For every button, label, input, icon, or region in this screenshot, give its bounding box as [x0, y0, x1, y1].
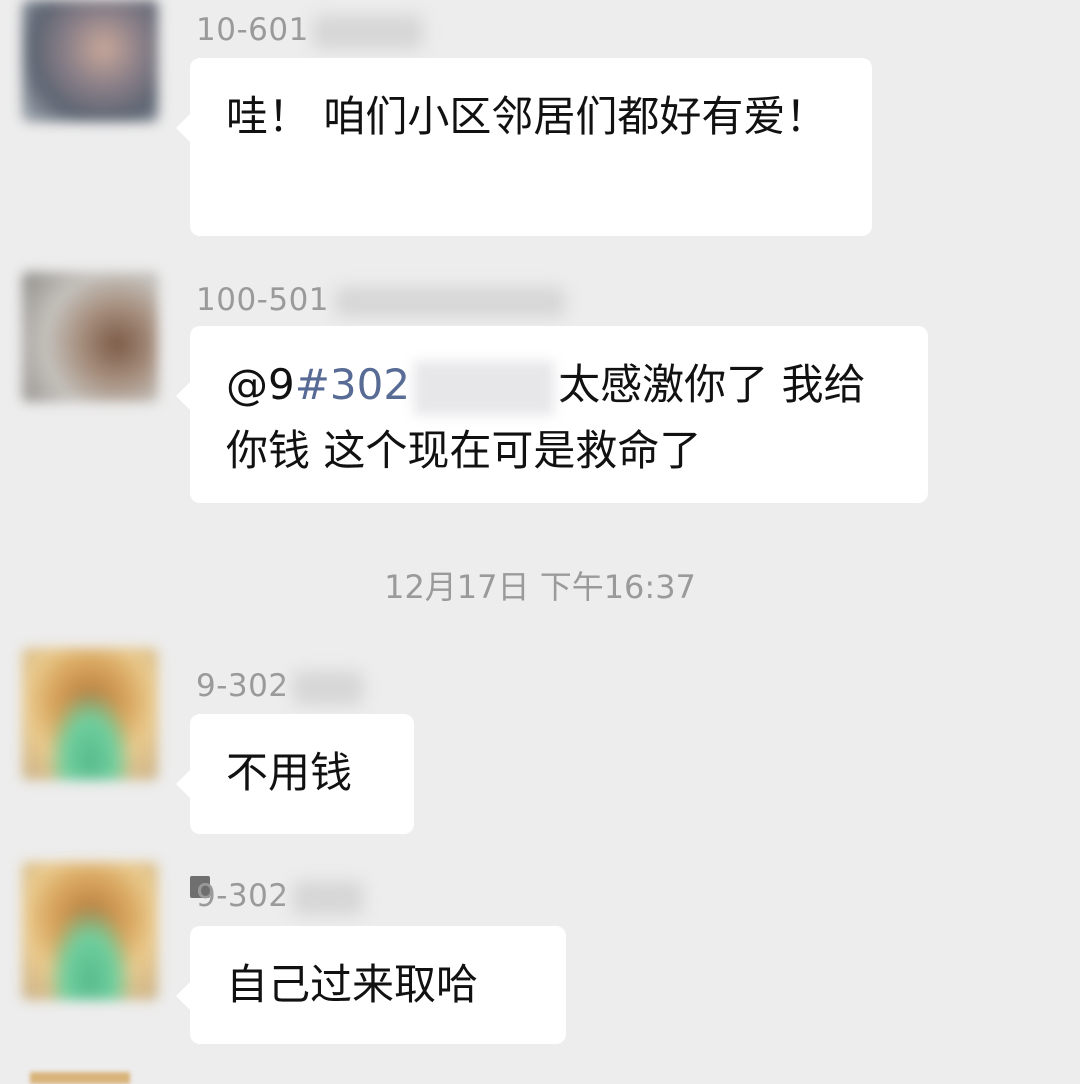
- sender-name: 10-601: [196, 12, 423, 49]
- message-text: 不用钱: [226, 748, 353, 797]
- redacted-name: [292, 880, 363, 915]
- redacted-name: [312, 14, 423, 49]
- redacted-mention: [414, 360, 555, 415]
- redacted-name: [292, 670, 363, 705]
- sender-name: 9-302: [196, 668, 363, 705]
- message-text: 自己过来取哈: [226, 960, 479, 1009]
- message-text: 哇！ 咱们小区邻居们都好有爱！: [226, 92, 828, 141]
- mention-prefix: @9: [226, 360, 295, 409]
- avatar[interactable]: [22, 272, 158, 402]
- message-bubble[interactable]: 自己过来取哈: [176, 926, 566, 1044]
- avatar[interactable]: [22, 862, 158, 1000]
- message-bubble[interactable]: 哇！ 咱们小区邻居们都好有爱！: [176, 58, 872, 236]
- mention-link[interactable]: #302: [295, 360, 410, 409]
- avatar[interactable]: [22, 648, 158, 780]
- message-bubble[interactable]: 不用钱: [176, 714, 414, 834]
- avatar[interactable]: [22, 0, 158, 122]
- sender-name: 9-302: [196, 878, 363, 915]
- avatar[interactable]: [30, 1072, 130, 1084]
- message-bubble[interactable]: @9#302 太感激你了 我给你钱 这个现在可是救命了: [176, 326, 928, 503]
- sender-name: 100-501: [196, 282, 566, 318]
- redacted-name: [335, 286, 566, 317]
- timestamp: 12月17日 下午16:37: [384, 568, 696, 606]
- chat-window: 10-601 哇！ 咱们小区邻居们都好有爱！ 100-501 @9#302 太感激…: [0, 0, 1080, 1084]
